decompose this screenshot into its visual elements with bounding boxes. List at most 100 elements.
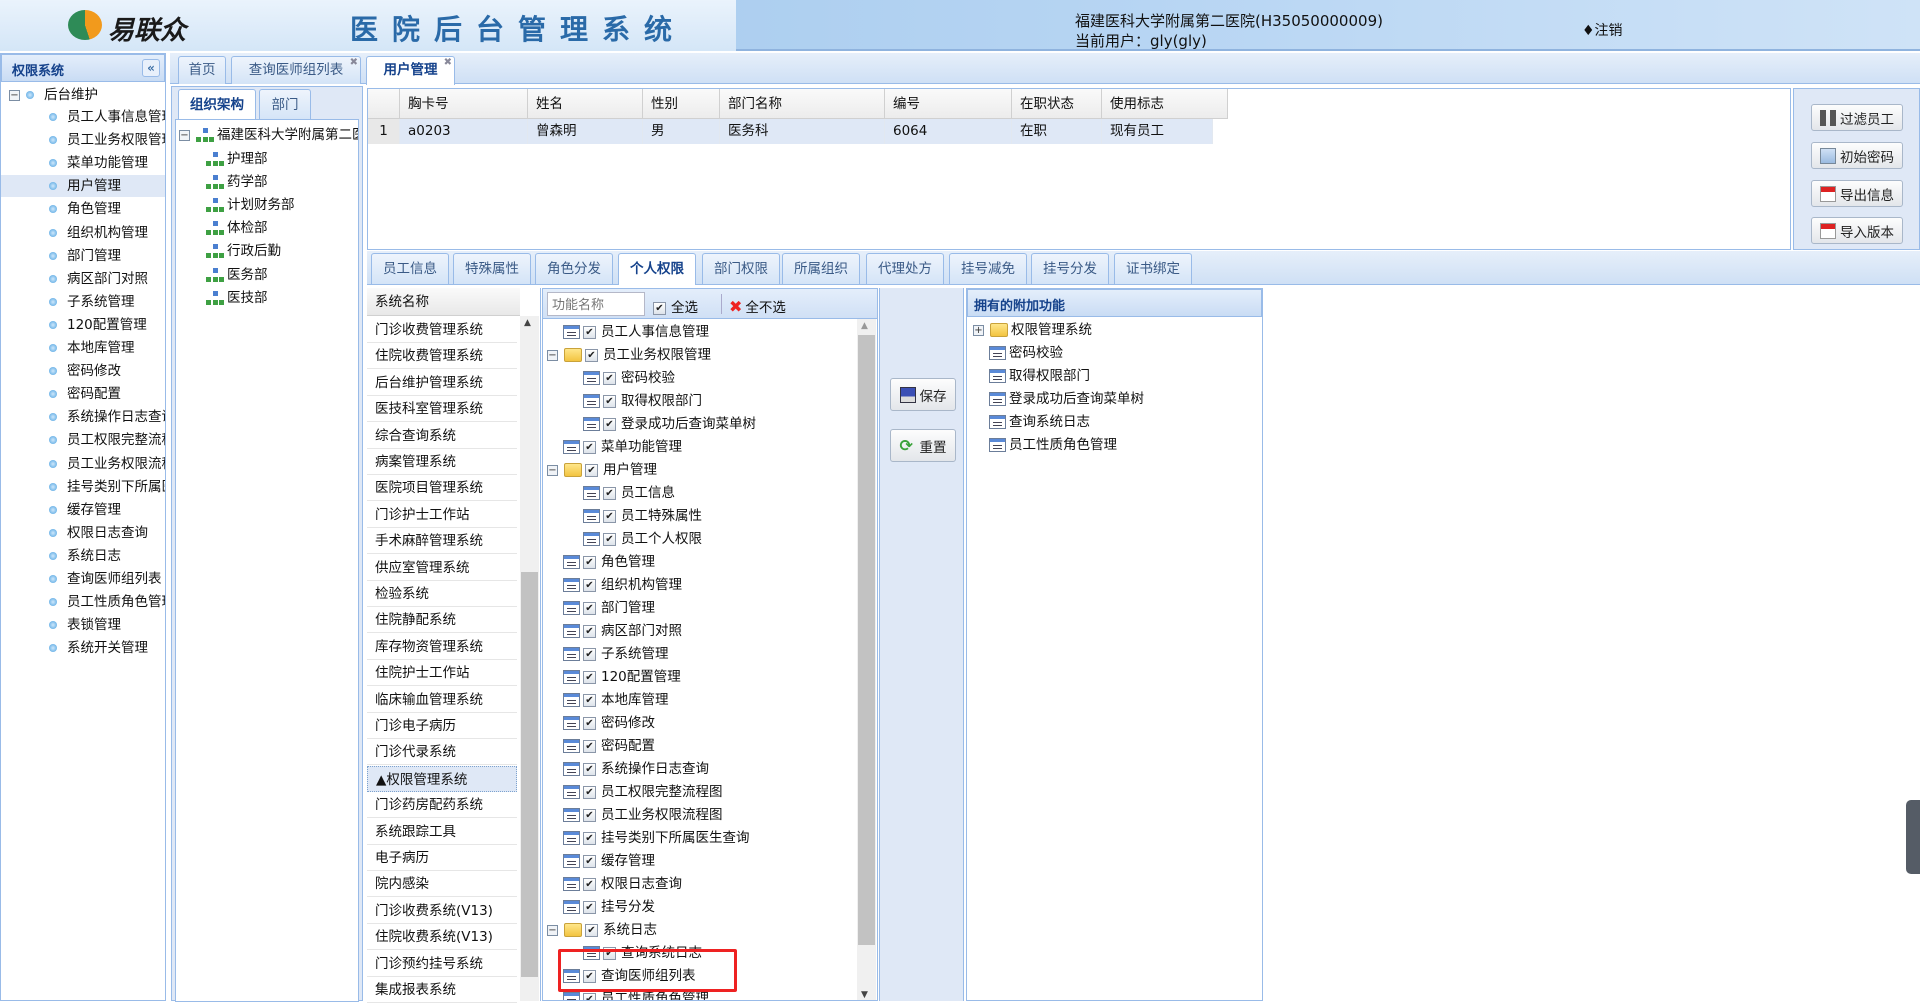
system-item[interactable]: 检验系统 xyxy=(367,581,517,607)
org-node[interactable]: 医技部 xyxy=(206,287,268,309)
table-cell[interactable]: 曾森明 xyxy=(528,119,643,144)
function-node[interactable]: ✔ 密码修改 xyxy=(563,712,655,734)
nav-item[interactable]: 员工业务权限流程图 xyxy=(1,453,165,475)
save-button[interactable]: 保存 xyxy=(890,378,956,411)
system-item[interactable]: 医技科室管理系统 xyxy=(367,396,517,423)
nav-item[interactable]: 密码修改 xyxy=(1,360,165,382)
function-node[interactable]: ✔ 组织机构管理 xyxy=(563,574,682,596)
nav-item[interactable]: 120配置管理 xyxy=(1,314,165,336)
function-node[interactable]: ✔ 登录成功后查询菜单树 xyxy=(583,413,756,435)
nav-item[interactable]: 员工性质角色管理 xyxy=(1,591,165,613)
checkbox[interactable]: ✔ xyxy=(583,693,596,707)
nav-item[interactable]: 用户管理 xyxy=(1,175,165,198)
nav-item[interactable]: 权限日志查询 xyxy=(1,522,165,544)
system-item[interactable]: 门诊药房配药系统 xyxy=(367,792,517,819)
system-item[interactable]: 供应室管理系统 xyxy=(367,555,517,581)
function-node[interactable]: ✔ 员工业务权限流程图 xyxy=(563,804,723,826)
org-node[interactable]: 计划财务部 xyxy=(206,194,295,216)
checkbox[interactable]: ✔ xyxy=(583,601,596,615)
function-node[interactable]: ✔ 菜单功能管理 xyxy=(563,436,682,458)
function-node[interactable]: ✔ 取得权限部门 xyxy=(583,390,702,412)
system-item[interactable]: 门诊收费系统(V13) xyxy=(367,898,517,924)
org-node[interactable]: 药学部 xyxy=(206,171,268,193)
tab-doctor-group-list[interactable]: 查询医师组列表 ✖ xyxy=(231,56,361,84)
checkbox[interactable]: ✔ xyxy=(583,900,596,914)
function-node[interactable]: ✔ 员工个人权限 xyxy=(583,528,702,550)
system-item[interactable]: 库存物资管理系统 xyxy=(367,634,517,660)
org-node[interactable]: 护理部 xyxy=(206,148,268,170)
checkbox[interactable]: ✔ xyxy=(583,624,596,638)
table-cell[interactable]: 6064 xyxy=(885,119,1012,144)
nav-item[interactable]: 本地库管理 xyxy=(1,337,165,359)
function-node[interactable]: − ✔ 系统日志 xyxy=(547,919,657,941)
detail-tab[interactable]: 部门权限 xyxy=(702,253,780,284)
function-node[interactable]: ✔ 员工特殊属性 xyxy=(583,505,702,527)
checkbox[interactable]: ✔ xyxy=(583,555,596,569)
owned-function-node[interactable]: 员工性质角色管理 xyxy=(989,434,1117,456)
nav-item[interactable]: 表锁管理 xyxy=(1,614,165,636)
scroll-down-icon[interactable]: ▼ xyxy=(861,990,868,1000)
system-item[interactable]: 电子病历 xyxy=(367,845,517,871)
function-node[interactable]: ✔ 员工人事信息管理 xyxy=(563,321,709,343)
system-item[interactable]: 院内感染 xyxy=(367,871,517,898)
function-node[interactable]: ✔ 病区部门对照 xyxy=(563,620,682,642)
detail-tab[interactable]: 证书绑定 xyxy=(1114,253,1192,284)
checkbox[interactable]: ✔ xyxy=(583,716,596,730)
checkbox[interactable]: ✔ xyxy=(583,325,596,339)
system-list-scrollbar[interactable]: ▲ xyxy=(520,316,539,1001)
checkbox[interactable]: ✔ xyxy=(583,670,596,684)
system-item[interactable]: 门诊代录系统 xyxy=(367,739,517,766)
checkbox-icon[interactable]: ✔ xyxy=(653,301,666,315)
checkbox[interactable]: ✔ xyxy=(585,923,598,937)
logout-link[interactable]: ♦注销 xyxy=(1582,20,1623,40)
close-icon[interactable]: ✖ xyxy=(444,57,452,69)
checkbox[interactable]: ✔ xyxy=(603,532,616,546)
nav-item[interactable]: 员工人事信息管理 xyxy=(1,106,165,128)
export-info-button[interactable]: 导出信息 xyxy=(1811,180,1903,207)
detail-tab[interactable]: 所属组织 xyxy=(782,253,860,284)
function-node[interactable]: ✔ 部门管理 xyxy=(563,597,655,619)
function-node[interactable]: ✔ 系统操作日志查询 xyxy=(563,758,709,780)
table-cell[interactable]: 在职 xyxy=(1012,119,1102,144)
nav-item[interactable]: 菜单功能管理 xyxy=(1,152,165,174)
scroll-up-icon[interactable]: ▲ xyxy=(524,318,531,328)
nav-item[interactable]: 查询医师组列表 xyxy=(1,568,165,590)
checkbox[interactable]: ✔ xyxy=(583,992,596,1000)
system-item[interactable]: 门诊收费管理系统 xyxy=(367,317,517,343)
nav-item[interactable]: 组织机构管理 xyxy=(1,222,165,244)
scroll-thumb[interactable] xyxy=(858,335,875,945)
checkbox[interactable]: ✔ xyxy=(585,463,598,477)
nav-item[interactable]: 角色管理 xyxy=(1,198,165,220)
init-password-button[interactable]: 初始密码 xyxy=(1811,142,1903,169)
org-node[interactable]: 行政后勤 xyxy=(206,240,281,262)
system-item[interactable]: 住院收费管理系统 xyxy=(367,343,517,370)
checkbox[interactable]: ✔ xyxy=(603,394,616,408)
detail-tab[interactable]: 特殊属性 xyxy=(453,253,531,284)
table-cell[interactable]: 男 xyxy=(643,119,720,144)
nav-item[interactable]: 子系统管理 xyxy=(1,291,165,313)
function-node[interactable]: ✔ 员工权限完整流程图 xyxy=(563,781,723,803)
table-cell[interactable]: 1 xyxy=(368,119,400,144)
collapse-icon[interactable]: − xyxy=(547,924,558,936)
function-node[interactable]: ✔ 密码配置 xyxy=(563,735,655,757)
nav-item[interactable]: 病区部门对照 xyxy=(1,268,165,290)
owned-function-node[interactable]: 取得权限部门 xyxy=(989,365,1090,387)
table-cell[interactable]: 现有员工 xyxy=(1102,119,1213,144)
function-node[interactable]: ✔ 角色管理 xyxy=(563,551,655,573)
collapse-icon[interactable]: − xyxy=(547,464,558,476)
function-node[interactable]: ✔ 缓存管理 xyxy=(563,850,655,872)
scroll-up-icon[interactable]: ▲ xyxy=(861,321,868,331)
reset-button[interactable]: ⟳ 重置 xyxy=(890,429,956,462)
table-cell[interactable]: a0203 xyxy=(400,119,528,144)
system-item[interactable]: 后台维护管理系统 xyxy=(367,370,517,396)
column-header[interactable]: 胸卡号 xyxy=(400,89,528,119)
system-item[interactable]: 门诊电子病历 xyxy=(367,713,517,739)
system-item[interactable]: 住院护士工作站 xyxy=(367,660,517,687)
expand-icon[interactable]: + xyxy=(973,324,984,336)
system-item[interactable]: 病案管理系统 xyxy=(367,449,517,475)
column-header[interactable]: 性别 xyxy=(643,89,720,119)
checkbox[interactable]: ✔ xyxy=(583,831,596,845)
function-scrollbar[interactable]: ▲ ▼ xyxy=(857,319,876,1000)
nav-item[interactable]: 员工权限完整流程图 xyxy=(1,429,165,451)
function-node[interactable]: ✔ 挂号分发 xyxy=(563,896,655,918)
